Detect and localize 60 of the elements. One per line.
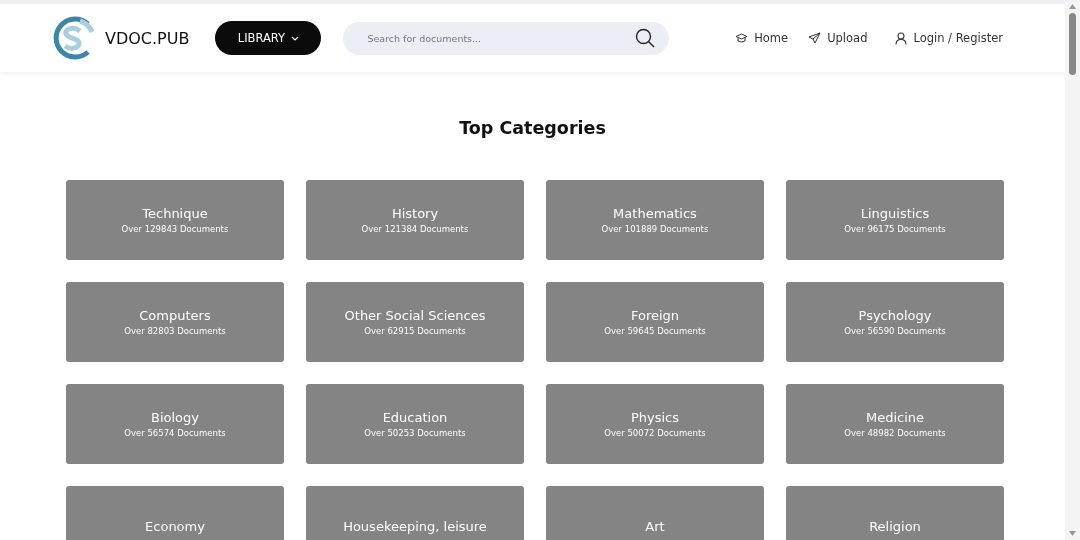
category-name: Psychology <box>858 308 932 323</box>
category-name: Religion <box>869 518 921 534</box>
category-card[interactable]: Religion <box>786 486 1004 540</box>
document-count: Over 50253 Documents <box>364 428 466 438</box>
document-count: Over 129843 Documents <box>121 224 229 234</box>
category-name: History <box>391 206 439 221</box>
category-name: Mathematics <box>613 206 697 221</box>
chevron-down-icon <box>291 35 300 41</box>
category-name: Physics <box>630 410 680 425</box>
nav-link[interactable]: Upload <box>808 31 868 45</box>
site-logo-text[interactable]: VDOC.PUB <box>105 28 190 48</box>
document-count: Over 121384 Documents <box>361 224 469 234</box>
document-count: Over 96175 Documents <box>844 224 946 234</box>
category-card[interactable]: Biology Over 56574 Documents <box>66 384 284 464</box>
graduation-cap-icon <box>735 32 749 44</box>
category-name: Medicine <box>865 410 925 425</box>
category-name: Education <box>382 410 448 425</box>
search-input[interactable]: Search for documents... <box>365 31 636 45</box>
category-card[interactable]: Education Over 50253 Documents <box>306 384 524 464</box>
document-count: Over 59645 Documents <box>604 326 706 336</box>
category-name: Housekeeping, leisure <box>343 518 487 534</box>
scrollbar-thumb[interactable] <box>1069 13 1076 75</box>
paper-plane-icon <box>808 32 822 44</box>
category-card[interactable]: History Over 121384 Documents <box>306 180 524 260</box>
category-card[interactable]: Housekeeping, leisure <box>306 486 524 540</box>
document-count: Over 101889 Documents <box>601 224 709 234</box>
document-count: Over 82803 Documents <box>124 326 226 336</box>
user-icon <box>895 31 908 45</box>
category-name: Biology <box>151 410 199 425</box>
category-card[interactable]: Computers Over 82803 Documents <box>66 282 284 362</box>
category-name: Economy <box>145 518 205 534</box>
document-count: Over 56590 Documents <box>844 326 946 336</box>
search-field[interactable]: Search for documents... <box>343 21 670 55</box>
document-count: Over 50072 Documents <box>604 428 706 438</box>
nav-link[interactable]: Login / Register <box>895 31 1003 45</box>
category-card[interactable]: Physics Over 50072 Documents <box>546 384 764 464</box>
category-card[interactable]: Psychology Over 56590 Documents <box>786 282 1004 362</box>
section-title: Top Categories <box>458 118 607 138</box>
scroll-up-icon[interactable] <box>1069 4 1076 9</box>
category-card[interactable]: Medicine Over 48982 Documents <box>786 384 1004 464</box>
search-icon[interactable] <box>635 28 656 48</box>
document-count: Over 56574 Documents <box>124 428 226 438</box>
document-count: Over 48982 Documents <box>844 428 946 438</box>
document-count: Over 62915 Documents <box>364 326 466 336</box>
category-card[interactable]: Linguistics Over 96175 Documents <box>786 180 1004 260</box>
category-card[interactable]: Mathematics Over 101889 Documents <box>546 180 764 260</box>
category-card[interactable]: Technique Over 129843 Documents <box>66 180 284 260</box>
library-button[interactable]: LIBRARY <box>215 21 322 55</box>
category-card[interactable]: Other Social Sciences Over 62915 Documents <box>306 282 524 362</box>
category-name: Computers <box>139 308 211 323</box>
category-card[interactable]: Economy <box>66 486 284 540</box>
category-name: Other Social Sciences <box>344 308 486 323</box>
category-name: Linguistics <box>860 206 930 221</box>
category-name: Art <box>645 518 665 534</box>
nav-link[interactable]: Home <box>735 31 789 45</box>
scroll-down-icon[interactable] <box>1069 531 1076 536</box>
category-name: Foreign <box>630 308 680 323</box>
category-card[interactable]: Art <box>546 486 764 540</box>
category-card[interactable]: Foreign Over 59645 Documents <box>546 282 764 362</box>
category-name: Technique <box>142 206 208 221</box>
